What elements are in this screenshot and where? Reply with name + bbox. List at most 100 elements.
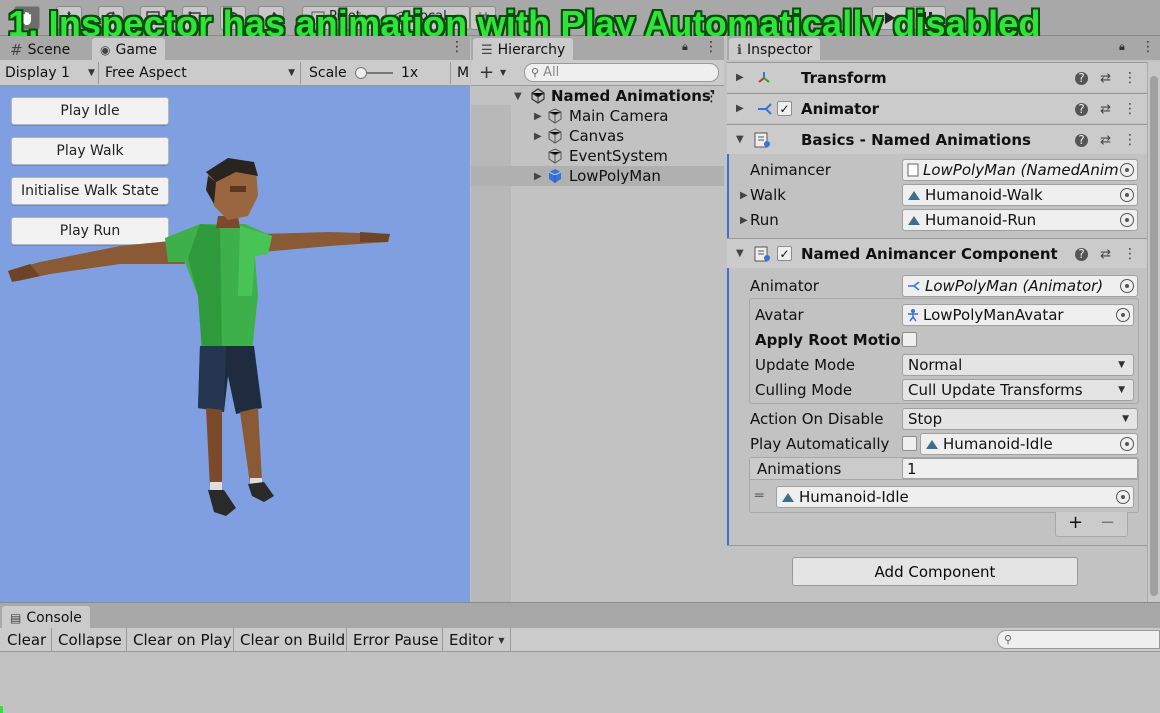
console-clear-button[interactable]: Clear <box>7 630 46 650</box>
animator-enabled-checkbox[interactable]: ✓ <box>777 101 792 116</box>
named-animancer-enabled-checkbox[interactable]: ✓ <box>777 246 792 261</box>
console-clear-on-build-button[interactable]: Clear on Build <box>240 630 345 650</box>
tab-scene[interactable]: # Scene <box>2 38 78 60</box>
play-idle-button[interactable]: Play Idle <box>11 97 169 125</box>
scale-value: 1x <box>401 65 419 81</box>
animator-field[interactable]: LowPolyMan (Animator) <box>902 275 1138 297</box>
maximize-on-play[interactable]: M <box>457 63 469 83</box>
component-kebab-icon[interactable]: ⋮ <box>1123 70 1137 86</box>
script-icon <box>754 132 770 148</box>
expand-arrow-icon[interactable]: ▶ <box>534 131 542 142</box>
animator-component-header[interactable]: ▶ ✓ Animator ? ⇄ ⋮ <box>727 93 1147 123</box>
expand-arrow-icon[interactable]: ▼ <box>514 91 522 102</box>
object-picker-icon[interactable] <box>1120 437 1134 451</box>
animancer-field[interactable]: LowPolyMan (NamedAnimancerComponent) <box>902 159 1138 181</box>
hierarchy-item-main-camera[interactable]: ▶ Main Camera <box>471 106 724 126</box>
scale-slider-thumb[interactable] <box>355 67 367 79</box>
aspect-dropdown[interactable]: Free Aspect ▼ <box>105 63 297 83</box>
play-automatically-clip-field[interactable]: Humanoid-Idle <box>920 433 1138 455</box>
lock-icon[interactable]: 🔒︎ <box>682 40 688 54</box>
play-automatically-checkbox[interactable] <box>902 436 917 451</box>
list-add-button[interactable]: + <box>1068 512 1083 533</box>
inspector-kebab-icon[interactable]: ⋮ <box>1141 39 1155 55</box>
object-picker-icon[interactable] <box>1116 490 1130 504</box>
walk-field[interactable]: Humanoid-Walk <box>902 184 1138 206</box>
display-dropdown[interactable]: Display 1 ▼ <box>5 63 95 83</box>
object-picker-icon[interactable] <box>1120 163 1134 177</box>
foldout-arrow-icon[interactable]: ▼ <box>736 248 744 259</box>
animations-count-field[interactable]: 1 <box>902 458 1138 479</box>
help-icon[interactable]: ? <box>1075 247 1089 261</box>
hierarchy-search-input[interactable]: ⚲ All <box>524 63 719 82</box>
console-clear-on-play-button[interactable]: Clear on Play <box>133 630 232 650</box>
object-picker-icon[interactable] <box>1120 213 1134 227</box>
preset-icon[interactable]: ⇄ <box>1100 247 1111 262</box>
inspector-scrollbar[interactable] <box>1147 62 1160 602</box>
expand-arrow-icon[interactable]: ▶ <box>534 171 542 182</box>
console-collapse-button[interactable]: Collapse <box>58 630 122 650</box>
avatar-label: Avatar <box>755 306 804 324</box>
info-icon: ℹ <box>737 42 742 58</box>
drag-handle-icon[interactable]: ═ <box>755 488 763 504</box>
console-search-input[interactable]: ⚲ <box>997 630 1160 649</box>
component-kebab-icon[interactable]: ⋮ <box>1123 132 1137 148</box>
culling-mode-dropdown[interactable]: Cull Update Transforms ▼ <box>902 379 1134 401</box>
scene-name: Named Animations' <box>551 87 716 105</box>
transform-component-header[interactable]: ▶ Transform ? ⇄ ⋮ <box>727 62 1147 92</box>
basics-component-header[interactable]: ▼ Basics - Named Animations ? ⇄ ⋮ <box>727 124 1147 154</box>
foldout-arrow-icon[interactable]: ▶ <box>736 72 744 83</box>
add-component-button[interactable]: Add Component <box>792 557 1078 586</box>
scene-row[interactable]: ▼ Named Animations' ⋮ <box>471 86 724 106</box>
tab-inspector[interactable]: ℹ Inspector <box>729 38 821 60</box>
help-icon[interactable]: ? <box>1075 133 1089 147</box>
console-editor-dropdown[interactable]: Editor ▼ <box>449 630 505 650</box>
hierarchy-toolbar: + ▼ ⚲ All <box>471 60 724 86</box>
help-icon[interactable]: ? <box>1075 71 1089 85</box>
chevron-down-icon[interactable]: ▼ <box>500 68 506 77</box>
update-mode-label: Update Mode <box>755 356 855 374</box>
foldout-arrow-icon[interactable]: ▶ <box>740 215 748 226</box>
foldout-arrow-icon[interactable]: ▶ <box>740 190 748 201</box>
list-remove-button[interactable]: − <box>1100 512 1115 533</box>
animation-item-field[interactable]: Humanoid-Idle <box>776 486 1134 508</box>
action-on-disable-dropdown[interactable]: Stop ▼ <box>902 408 1138 430</box>
foldout-arrow-icon[interactable]: ▼ <box>736 134 744 145</box>
preset-icon[interactable]: ⇄ <box>1100 102 1111 117</box>
apply-root-motion-checkbox[interactable] <box>902 332 917 347</box>
preset-icon[interactable]: ⇄ <box>1100 133 1111 148</box>
game-kebab-icon[interactable]: ⋮ <box>450 39 464 55</box>
preset-icon[interactable]: ⇄ <box>1100 71 1111 86</box>
component-kebab-icon[interactable]: ⋮ <box>1123 246 1137 262</box>
add-icon[interactable]: + <box>479 62 494 83</box>
action-on-disable-label: Action On Disable <box>750 410 884 428</box>
run-field[interactable]: Humanoid-Run <box>902 209 1138 231</box>
object-picker-icon[interactable] <box>1120 279 1134 293</box>
run-label[interactable]: Run <box>750 211 779 229</box>
hierarchy-item-canvas[interactable]: ▶ Canvas <box>471 126 724 146</box>
object-picker-icon[interactable] <box>1116 308 1130 322</box>
chevron-down-icon: ▼ <box>1122 414 1129 424</box>
lock-icon[interactable]: 🔒︎ <box>1119 40 1125 54</box>
tab-game[interactable]: ◉ Game <box>92 38 166 60</box>
tab-hierarchy[interactable]: ☰ Hierarchy <box>473 38 574 60</box>
component-kebab-icon[interactable]: ⋮ <box>1123 101 1137 117</box>
status-indicator <box>0 706 3 713</box>
scrollbar-thumb[interactable] <box>1150 76 1158 596</box>
tab-console[interactable]: ▤ Console <box>2 606 90 628</box>
console-error-pause-button[interactable]: Error Pause <box>353 630 438 650</box>
update-mode-dropdown[interactable]: Normal ▼ <box>902 354 1134 376</box>
help-icon[interactable]: ? <box>1075 102 1089 116</box>
walk-label[interactable]: Walk <box>750 186 786 204</box>
scene-kebab-icon[interactable]: ⋮ <box>704 87 719 105</box>
hierarchy-item-lowpolyman[interactable]: ▶ LowPolyMan <box>471 166 724 186</box>
foldout-arrow-icon[interactable]: ▶ <box>736 103 744 114</box>
hierarchy-kebab-icon[interactable]: ⋮ <box>704 39 718 55</box>
game-view[interactable]: Play Idle Play Walk Initialise Walk Stat… <box>0 86 470 602</box>
scene-game-tabstrip: # Scene ◉ Game ⋮ <box>0 36 470 60</box>
expand-arrow-icon[interactable]: ▶ <box>534 111 542 122</box>
hierarchy-item-eventsystem[interactable]: EventSystem <box>471 146 724 166</box>
basics-title: Basics - Named Animations <box>801 131 1031 149</box>
named-animancer-component-header[interactable]: ▼ ✓ Named Animancer Component ? ⇄ ⋮ <box>727 238 1147 268</box>
avatar-field[interactable]: LowPolyManAvatar <box>902 304 1134 326</box>
object-picker-icon[interactable] <box>1120 188 1134 202</box>
